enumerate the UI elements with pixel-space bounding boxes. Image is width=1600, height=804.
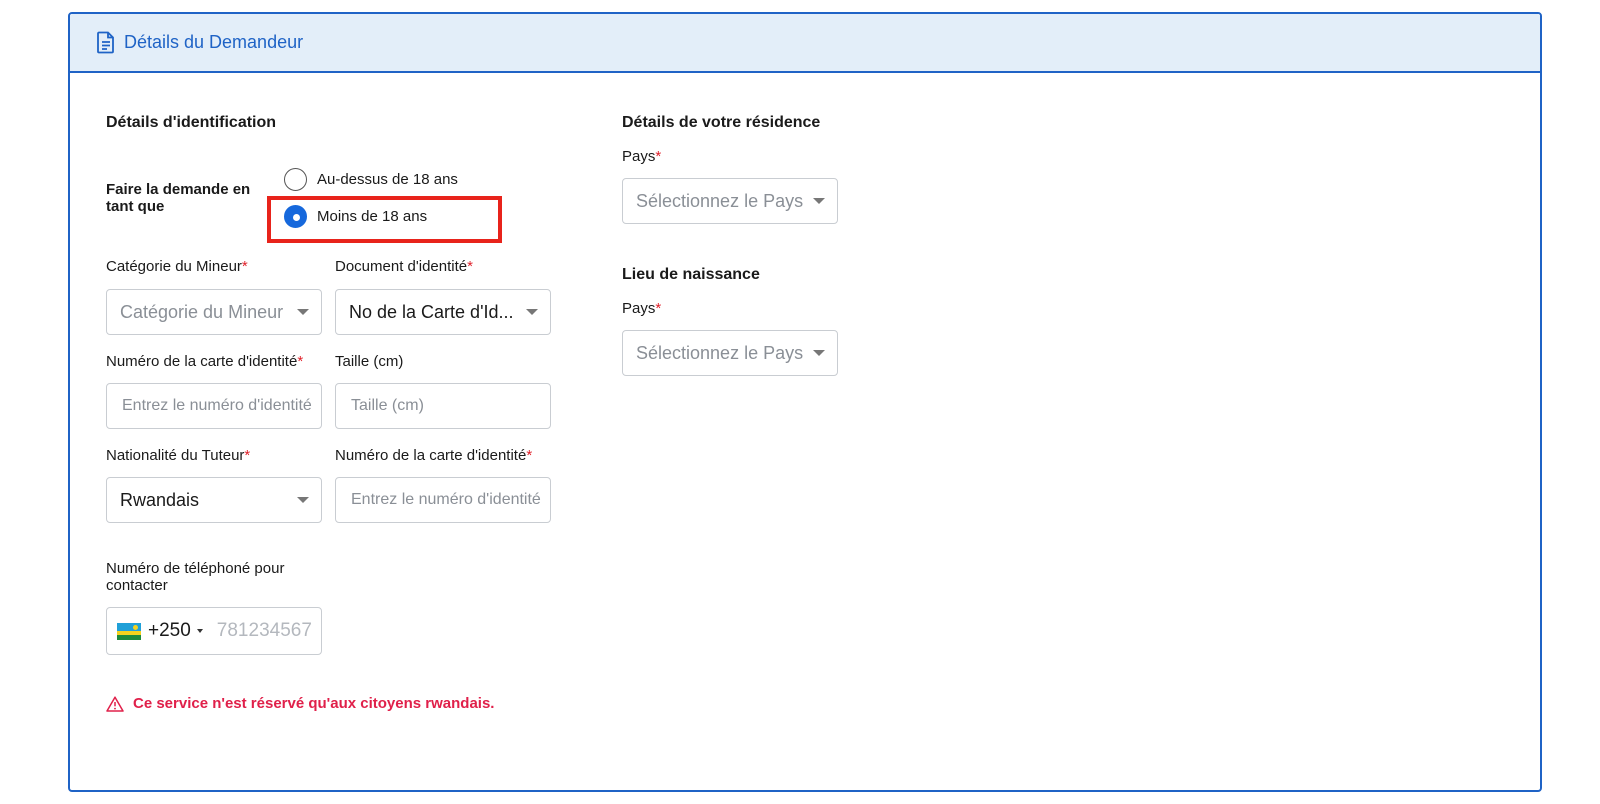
caret-down-icon: [297, 497, 309, 503]
dial-code[interactable]: +250: [148, 620, 191, 642]
radio-option-over-18[interactable]: Au-dessus de 18 ans: [284, 168, 458, 191]
guardian-nationality-label: Nationalité du Tuteur*: [106, 447, 250, 464]
document-icon: [97, 31, 114, 54]
caret-down-icon: [813, 198, 825, 204]
caret-down-icon[interactable]: [196, 629, 203, 633]
phone-label: Numéro de téléphoné pour contacter: [106, 560, 285, 594]
radio-button-checked[interactable]: [284, 205, 307, 228]
guardian-id-number-label: Numéro de la carte d'identité*: [335, 447, 532, 464]
phone-input-group[interactable]: +250: [106, 607, 322, 655]
height-label: Taille (cm): [335, 353, 404, 370]
caret-down-icon: [526, 309, 538, 315]
label-text: Pays: [622, 148, 656, 165]
required-asterisk: *: [467, 258, 473, 275]
guardian-nationality-select[interactable]: Rwandais: [106, 477, 322, 523]
radio-label: Au-dessus de 18 ans: [317, 171, 458, 188]
guardian-id-number-field[interactable]: [351, 491, 550, 509]
minor-category-select[interactable]: Catégorie du Mineur: [106, 289, 322, 335]
label-text: Pays: [622, 300, 656, 317]
required-asterisk: *: [241, 258, 248, 275]
minor-category-label: Catégorie du Mineur*: [106, 258, 248, 275]
select-value: Rwandais: [120, 489, 200, 510]
warning-triangle-icon: [106, 695, 124, 712]
residence-country-select[interactable]: Sélectionnez le Pays: [622, 178, 838, 224]
label-text: Nationalité du Tuteur: [106, 447, 245, 464]
id-document-select[interactable]: No de la Carte d'Id...: [335, 289, 551, 335]
select-value: No de la Carte d'Id...: [349, 301, 514, 322]
guardian-id-number-input[interactable]: [335, 477, 551, 523]
required-asterisk: *: [244, 447, 251, 464]
label-text: Catégorie du Mineur: [106, 258, 242, 275]
label-text: Numéro de la carte d'identité: [335, 447, 527, 464]
residence-section-title: Détails de votre résidence: [622, 114, 821, 131]
id-number-label: Numéro de la carte d'identité*: [106, 353, 303, 370]
warning-text: Ce service n'est réservé qu'aux citoyens…: [133, 695, 495, 712]
height-input[interactable]: [335, 383, 551, 429]
id-number-field[interactable]: [122, 397, 321, 415]
birthplace-section-title: Lieu de naissance: [622, 266, 760, 283]
id-document-label: Document d'identité*: [335, 258, 473, 275]
height-field[interactable]: [351, 397, 550, 415]
select-placeholder: Catégorie du Mineur: [120, 301, 284, 322]
identification-section-title: Détails d'identification: [106, 114, 277, 131]
birthplace-country-select[interactable]: Sélectionnez le Pays: [622, 330, 838, 376]
rwanda-flag-icon[interactable]: [117, 622, 141, 640]
card-header: Détails du Demandeur: [70, 14, 1540, 73]
apply-as-label: Faire la demande en tant que: [106, 181, 251, 215]
radio-button[interactable]: [284, 168, 307, 191]
required-asterisk: *: [655, 300, 662, 317]
label-text: Document d'identité: [335, 258, 468, 275]
phone-number-field[interactable]: [216, 620, 321, 642]
select-placeholder: Sélectionnez le Pays: [636, 342, 803, 363]
required-asterisk: *: [526, 447, 533, 464]
radio-label: Moins de 18 ans: [317, 208, 428, 225]
id-number-input[interactable]: [106, 383, 322, 429]
birthplace-country-label: Pays*: [622, 300, 661, 317]
applicant-details-card: Détails du Demandeur Détails d'identific…: [68, 12, 1542, 792]
select-placeholder: Sélectionnez le Pays: [636, 190, 803, 211]
caret-down-icon: [813, 350, 825, 356]
caret-down-icon: [297, 309, 309, 315]
label-text: Numéro de la carte d'identité: [106, 353, 298, 370]
radio-option-under-18[interactable]: Moins de 18 ans: [284, 205, 427, 228]
required-asterisk: *: [297, 353, 304, 370]
nationality-warning: Ce service n'est réservé qu'aux citoyens…: [106, 695, 494, 712]
required-asterisk: *: [655, 148, 662, 165]
residence-country-label: Pays*: [622, 148, 661, 165]
card-title: Détails du Demandeur: [124, 32, 304, 52]
